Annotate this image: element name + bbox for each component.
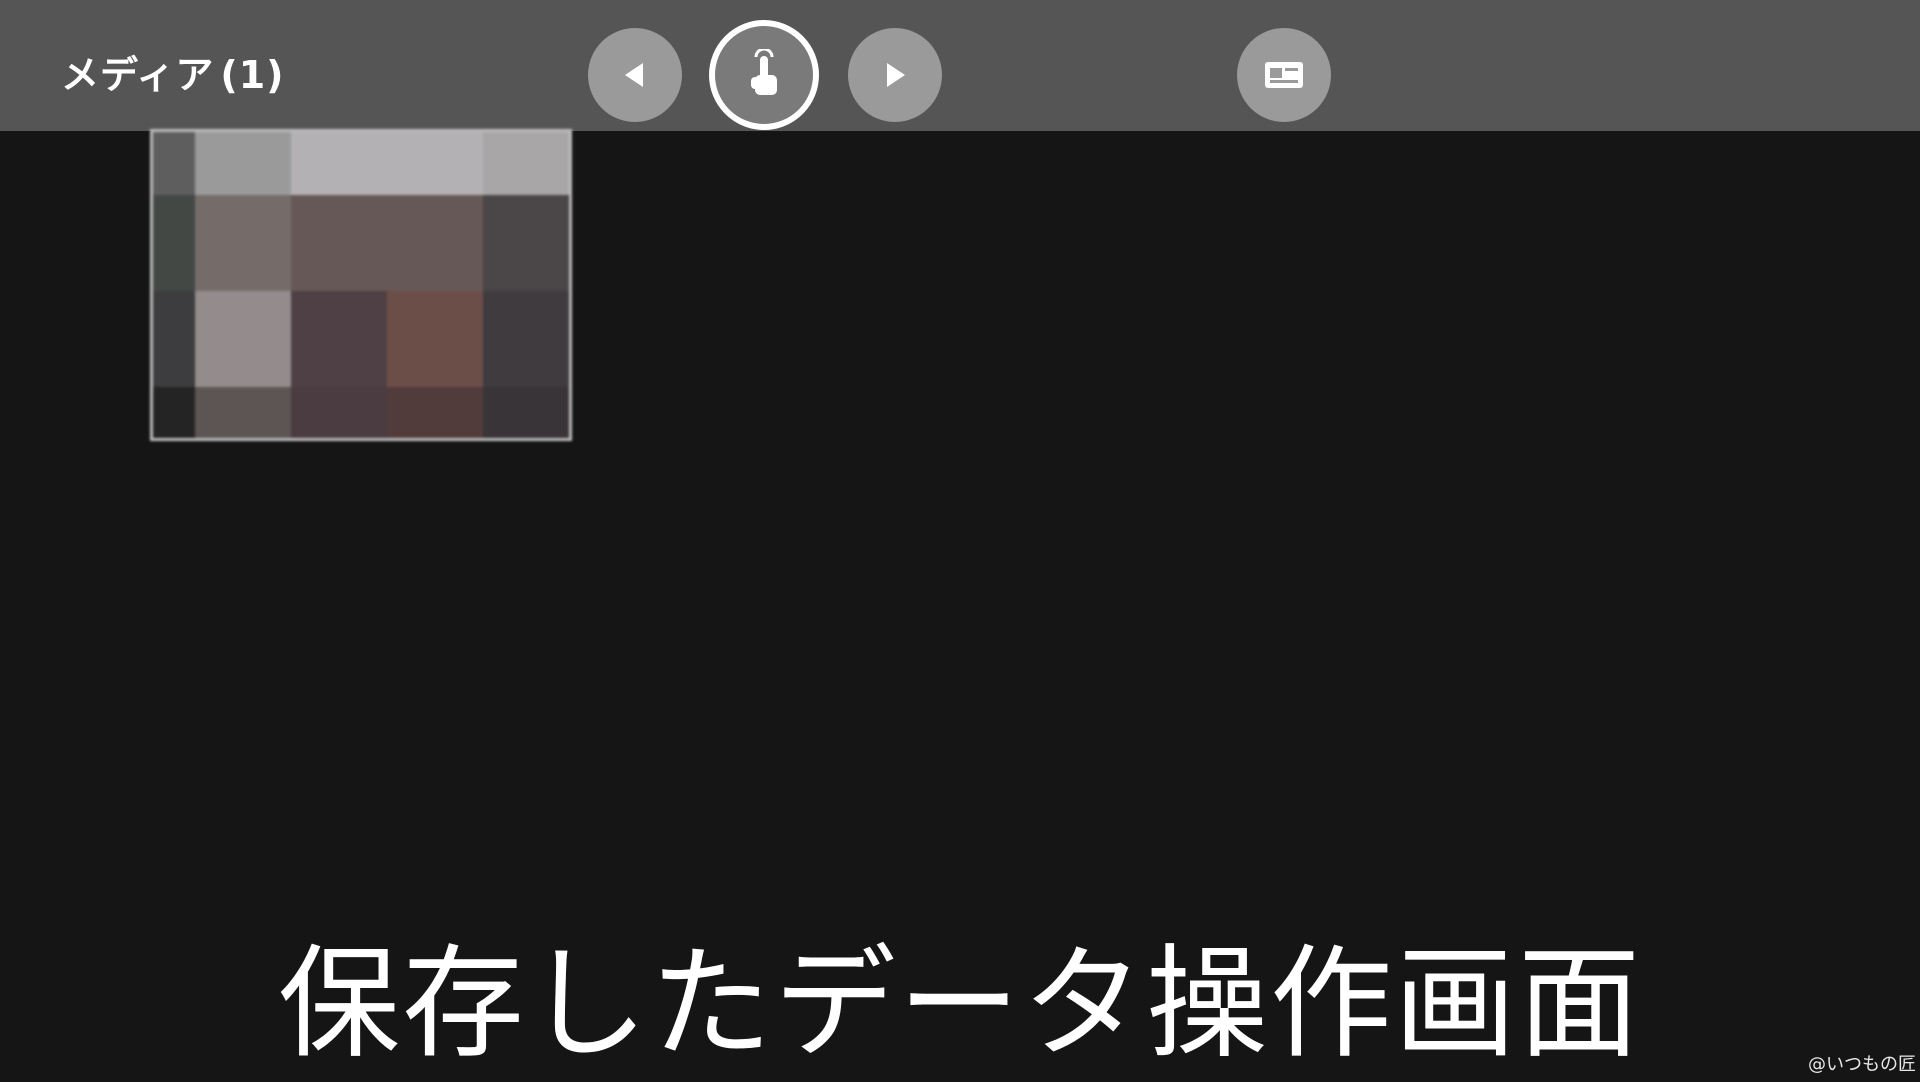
watermark: @いつもの匠 bbox=[1808, 1050, 1916, 1076]
caption: 保存したデータ操作画面 bbox=[0, 905, 1920, 1082]
top-bar: メディア(1) bbox=[0, 0, 1920, 131]
triangle-right-icon bbox=[875, 55, 915, 95]
select-button[interactable] bbox=[709, 20, 819, 130]
media-header: メディア(1) bbox=[61, 44, 285, 99]
media-count: (1) bbox=[220, 53, 284, 97]
triangle-left-icon bbox=[615, 55, 655, 95]
view-mode-button[interactable] bbox=[1237, 28, 1331, 122]
hand-pointer-icon bbox=[741, 49, 787, 101]
pixelated-image bbox=[153, 132, 569, 438]
next-button[interactable] bbox=[848, 28, 942, 122]
previous-button[interactable] bbox=[588, 28, 682, 122]
card-view-icon bbox=[1263, 60, 1305, 90]
media-title: メディア bbox=[61, 53, 214, 97]
media-thumbnail[interactable] bbox=[150, 129, 572, 441]
